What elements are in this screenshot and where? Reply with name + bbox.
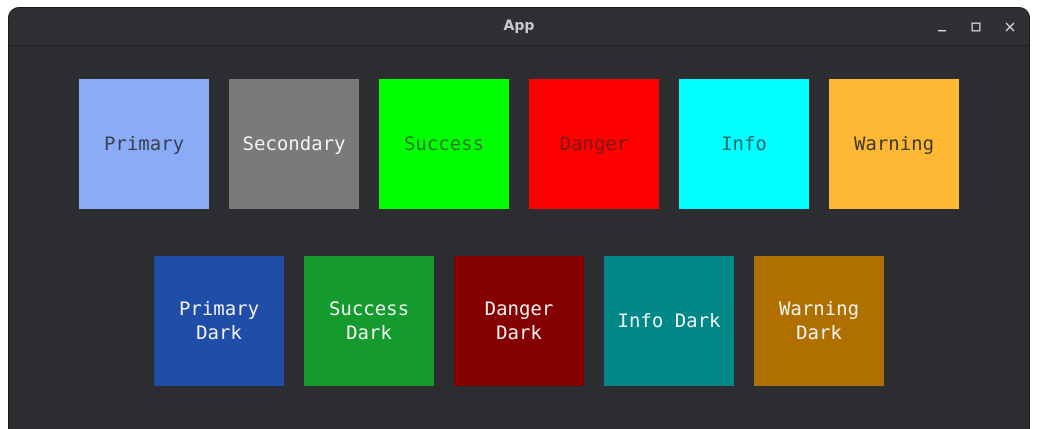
danger-dark-button[interactable]: Danger Dark [454,256,584,386]
primary-dark-button-label: Primary Dark [178,298,260,344]
warning-dark-button-label: Warning Dark [778,298,860,344]
secondary-button[interactable]: Secondary [229,79,359,209]
info-button-label: Info [721,133,767,155]
app-window: App Primary Secondary Success Danger Inf… [9,8,1029,429]
warning-button[interactable]: Warning [829,79,959,209]
info-button[interactable]: Info [679,79,809,209]
info-dark-button[interactable]: Info Dark [604,256,734,386]
primary-button-label: Primary [103,133,185,155]
success-button-label: Success [403,133,485,155]
warning-button-label: Warning [853,133,935,155]
info-dark-button-label: Info Dark [617,310,721,332]
button-grid: Primary Secondary Success Danger Info Wa… [9,46,1029,429]
danger-button[interactable]: Danger [529,79,659,209]
success-dark-button-label: Success Dark [328,298,410,344]
maximize-icon[interactable] [965,16,987,38]
warning-dark-button[interactable]: Warning Dark [754,256,884,386]
secondary-button-label: Secondary [242,133,346,155]
primary-dark-button[interactable]: Primary Dark [154,256,284,386]
minimize-icon[interactable] [931,16,953,38]
primary-button[interactable]: Primary [79,79,209,209]
danger-button-label: Danger [559,133,629,155]
close-icon[interactable] [999,16,1021,38]
window-title: App [503,18,535,34]
title-bar[interactable]: App [9,8,1029,46]
danger-dark-button-label: Danger Dark [484,298,554,344]
success-dark-button[interactable]: Success Dark [304,256,434,386]
success-button[interactable]: Success [379,79,509,209]
